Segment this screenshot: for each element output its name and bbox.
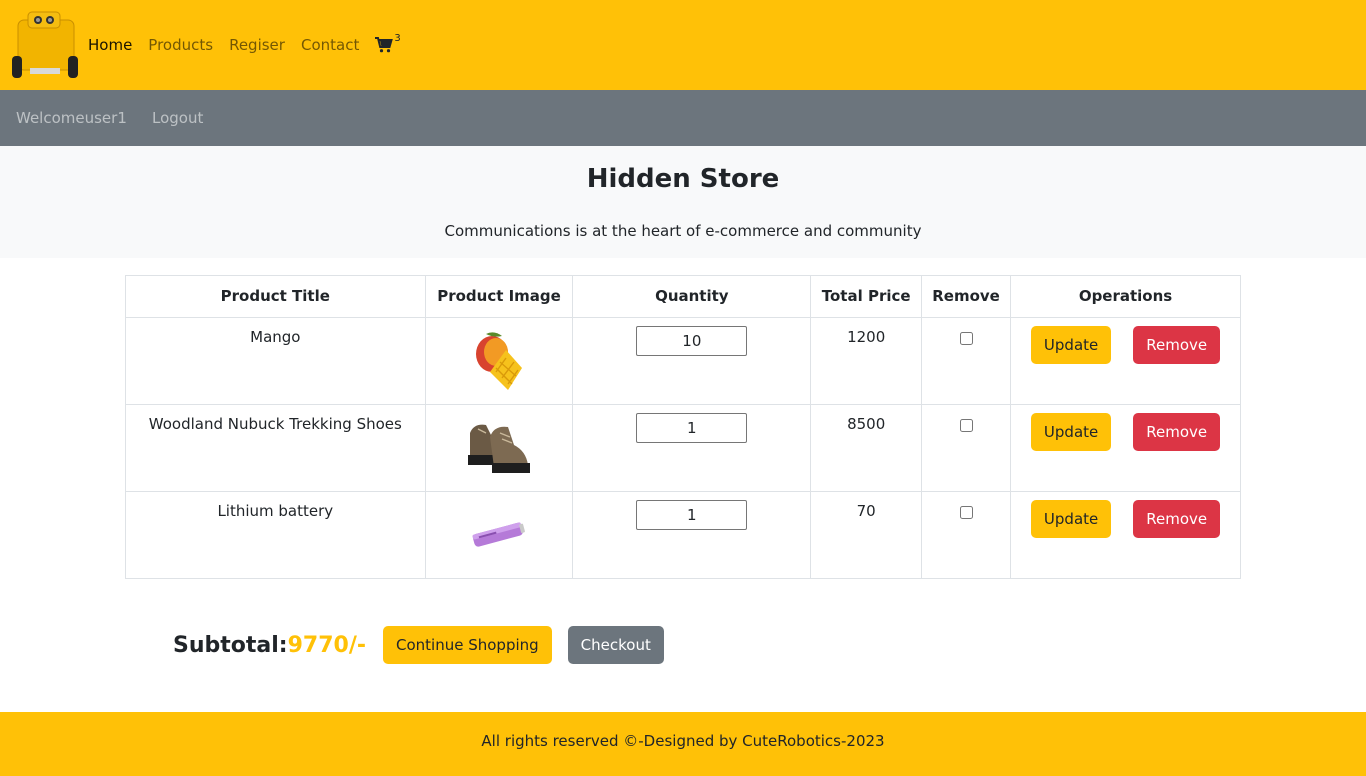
operations-cell: Update Remove <box>1010 404 1241 492</box>
logout-link[interactable]: Logout <box>152 109 203 127</box>
quantity-cell <box>572 491 812 579</box>
nav-register-link[interactable]: Regiser <box>229 36 285 54</box>
cart-summary: Subtotal:9770/- Continue Shopping Checko… <box>173 626 680 664</box>
total-price: 1200 <box>810 317 923 405</box>
column-header: Product Image <box>424 275 574 318</box>
update-button[interactable]: Update <box>1030 500 1112 538</box>
quantity-cell <box>572 317 812 405</box>
subtotal-heading: Subtotal:9770/- <box>173 633 366 658</box>
cart-count-badge: 3 <box>394 33 401 44</box>
quantity-input[interactable] <box>636 326 748 356</box>
shoes-image <box>468 424 531 473</box>
main-nav: Home Products Regiser Contact 3 <box>88 33 417 54</box>
operations-cell: Update Remove <box>1010 317 1241 405</box>
remove-cell <box>921 491 1012 579</box>
welcome-text: Welcomeuser1 <box>16 109 127 127</box>
product-title: Mango <box>125 317 426 405</box>
nav-products-link[interactable]: Products <box>148 36 213 54</box>
column-header: Total Price <box>810 275 923 318</box>
footer: All rights reserved ©-Designed by CuteRo… <box>0 712 1366 776</box>
remove-button[interactable]: Remove <box>1133 413 1221 451</box>
cart-icon <box>375 37 394 53</box>
subtotal-label: Subtotal: <box>173 632 288 658</box>
update-button[interactable]: Update <box>1030 326 1112 364</box>
product-title: Lithium battery <box>125 491 426 579</box>
quantity-input[interactable] <box>636 413 748 443</box>
remove-button[interactable]: Remove <box>1133 500 1221 538</box>
remove-checkbox[interactable] <box>959 419 973 432</box>
operations-cell: Update Remove <box>1010 491 1241 579</box>
product-image-cell <box>424 491 574 579</box>
cart-link[interactable]: 3 <box>375 33 401 53</box>
cart-table: Product Title Product Image Quantity Tot… <box>125 275 1241 579</box>
table-header-row: Product Title Product Image Quantity Tot… <box>125 275 1241 318</box>
table-row: Woodland Nubuck Trekking Shoes 8500 <box>125 404 1241 492</box>
nav-home-link[interactable]: Home <box>88 36 132 54</box>
checkout-button[interactable]: Checkout <box>567 626 664 664</box>
top-navbar: Home Products Regiser Contact 3 <box>0 0 1366 90</box>
update-button[interactable]: Update <box>1030 413 1112 451</box>
column-header: Product Title <box>125 275 426 318</box>
nav-contact-link[interactable]: Contact <box>301 36 359 54</box>
product-image-cell <box>424 404 574 492</box>
product-title: Woodland Nubuck Trekking Shoes <box>125 404 426 492</box>
product-image-cell <box>424 317 574 405</box>
table-row: Lithium battery 70 <box>125 491 1241 579</box>
remove-cell <box>921 404 1012 492</box>
total-price: 8500 <box>810 404 923 492</box>
table-row: Mango 1200 Update Remove <box>125 317 1241 405</box>
remove-button[interactable]: Remove <box>1133 326 1221 364</box>
continue-shopping-button[interactable]: Continue Shopping <box>383 626 552 664</box>
footer-text: All rights reserved ©-Designed by CuteRo… <box>481 732 885 750</box>
user-bar: Welcomeuser1 Logout <box>0 90 1366 146</box>
remove-checkbox[interactable] <box>959 332 973 345</box>
robot-logo[interactable] <box>10 10 82 82</box>
total-price: 70 <box>810 491 923 579</box>
remove-checkbox[interactable] <box>959 506 973 519</box>
page-subtitle: Communications is at the heart of e-comm… <box>444 222 922 240</box>
quantity-input[interactable] <box>636 500 748 530</box>
column-header: Remove <box>921 275 1012 318</box>
column-header: Operations <box>1010 275 1241 318</box>
quantity-cell <box>572 404 812 492</box>
mango-image <box>476 332 523 390</box>
remove-cell <box>921 317 1012 405</box>
column-header: Quantity <box>572 275 812 318</box>
page-title: Hidden Store <box>586 164 780 194</box>
battery-image <box>472 522 525 547</box>
subtotal-value: 9770/- <box>287 632 366 658</box>
store-header: Hidden Store Communications is at the he… <box>0 146 1366 258</box>
